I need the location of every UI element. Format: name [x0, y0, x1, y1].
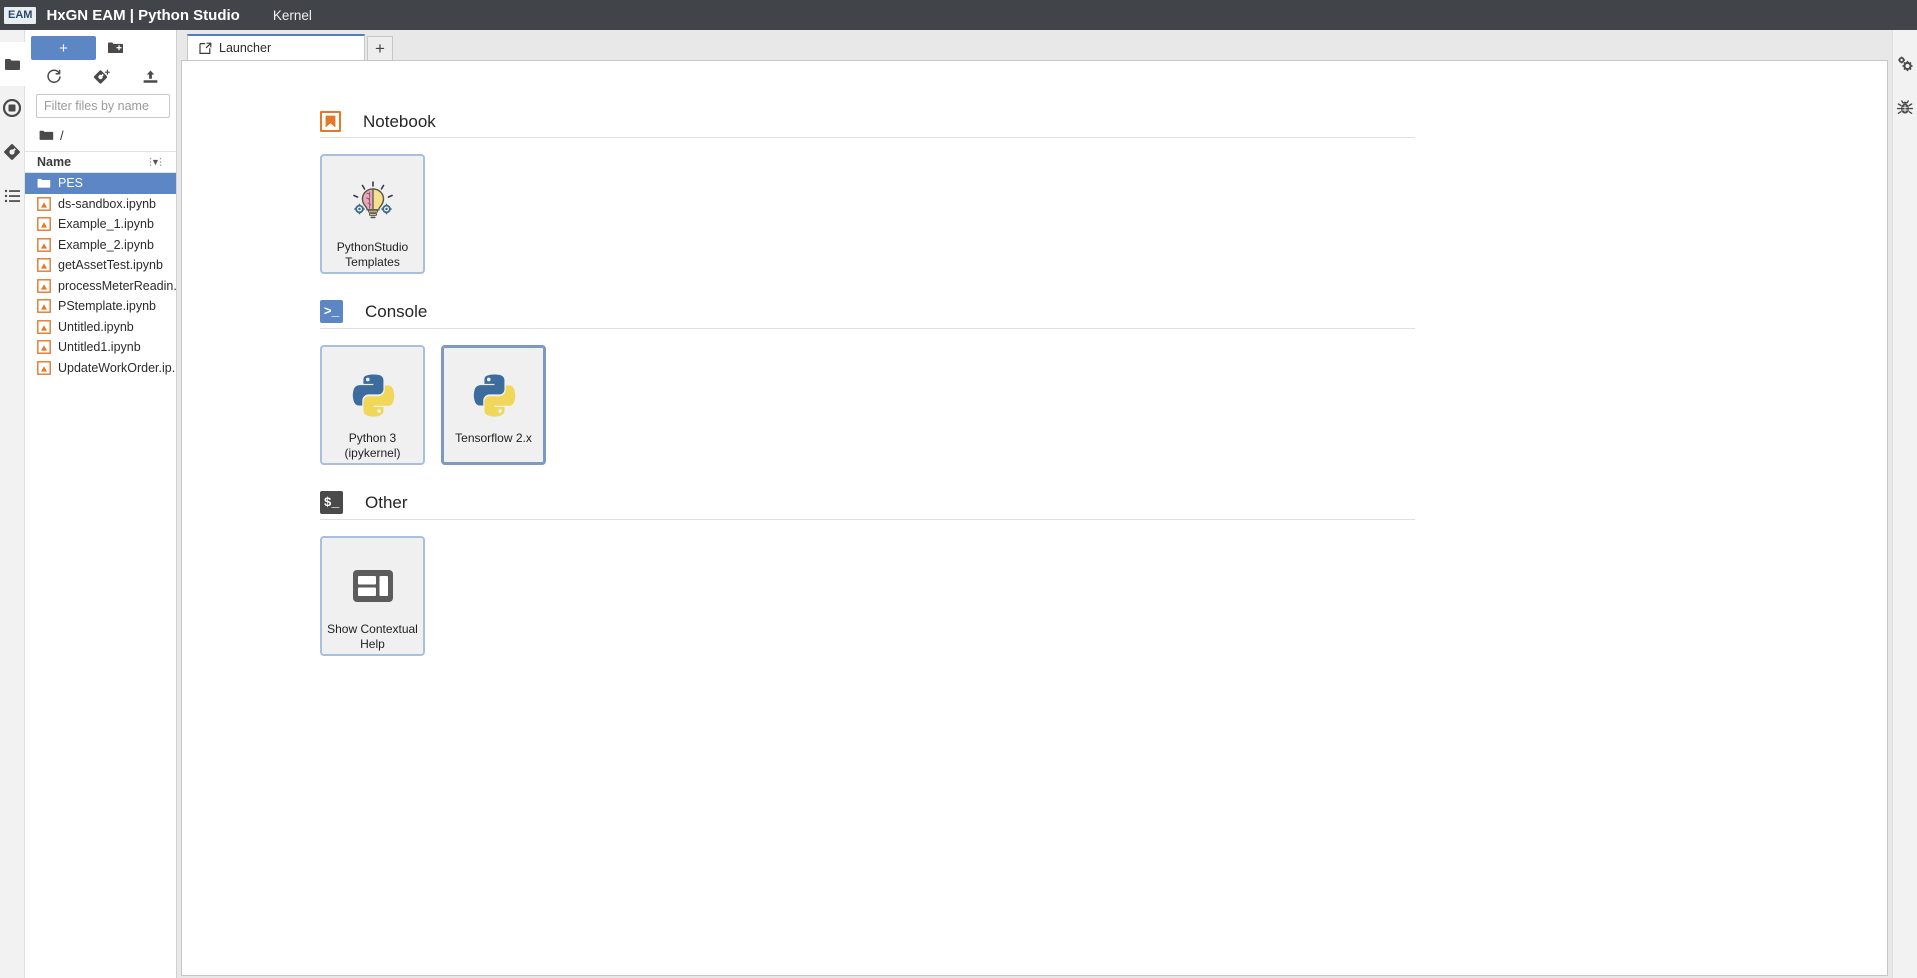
launcher-section-title: Notebook: [363, 111, 436, 131]
file-list-item-label: UpdateWorkOrder.ip...: [58, 360, 176, 375]
file-list-item-label: PStemplate.ipynb: [58, 299, 156, 314]
running-terminals-icon[interactable]: [0, 86, 25, 130]
launcher-card-row: PythonStudio Templates: [320, 154, 1887, 274]
new-launcher-button[interactable]: +: [31, 36, 96, 60]
file-list-item-label: Example_2.ipynb: [58, 237, 154, 252]
section-divider: [320, 328, 1415, 329]
launcher-card[interactable]: Python 3 (ipykernel): [320, 345, 425, 465]
git-icon[interactable]: [0, 130, 25, 174]
brain-bulb-icon: [348, 178, 398, 230]
launcher-section-title: Other: [365, 492, 408, 512]
file-browser-icon[interactable]: [0, 42, 25, 86]
upload-icon[interactable]: [139, 66, 161, 88]
launcher-card-label: Tensorflow 2.x: [455, 431, 532, 445]
file-list-item[interactable]: PStemplate.ipynb: [25, 296, 176, 317]
file-list-item[interactable]: UpdateWorkOrder.ip...: [25, 358, 176, 379]
file-list-item[interactable]: Untitled.ipynb: [25, 317, 176, 338]
file-list-item[interactable]: Example_1.ipynb: [25, 214, 176, 235]
file-browser-toolbar-secondary: [25, 62, 176, 94]
property-inspector-icon[interactable]: [1893, 42, 1917, 86]
folder-file-icon: [37, 176, 51, 190]
launcher-card-row: Python 3 (ipykernel) Tensorflow 2.x: [320, 345, 1887, 465]
table-of-contents-icon[interactable]: [0, 174, 25, 218]
debugger-icon[interactable]: [1893, 86, 1917, 130]
launcher-section-other: $_ Other Show Contextual Help: [320, 491, 1887, 656]
tab-bar: Launcher +: [181, 34, 1888, 60]
launcher-card-label: PythonStudio Templates: [336, 240, 409, 269]
contextual-help-icon: [351, 560, 395, 612]
launcher-content: Notebook PythonStudio Templates >_ Console P…: [182, 61, 1887, 656]
folder-icon: [39, 129, 54, 142]
breadcrumb-path: /: [60, 128, 64, 143]
app-title: HxGN EAM | Python Studio: [46, 6, 240, 24]
file-list-item[interactable]: getAssetTest.ipynb: [25, 255, 176, 276]
menu-item-kernel[interactable]: Kernel: [262, 3, 333, 28]
search-input[interactable]: [36, 94, 170, 118]
python-icon: [470, 369, 518, 421]
launcher-card[interactable]: PythonStudio Templates: [320, 154, 425, 274]
launcher-card[interactable]: Tensorflow 2.x: [441, 345, 546, 465]
file-list-item-label: ds-sandbox.ipynb: [58, 196, 156, 211]
app-shell: + / Name ▼: [0, 30, 1917, 978]
file-browser-toolbar-primary: +: [25, 30, 176, 62]
launcher-section-header: Notebook: [320, 111, 1887, 132]
file-list-item-label: Example_1.ipynb: [58, 217, 154, 232]
launcher-section-header: >_ Console: [320, 300, 1887, 323]
notebook-icon: [320, 111, 341, 132]
file-list-item-label: PES: [58, 176, 84, 191]
python-icon: [349, 369, 397, 421]
launcher-section-title: Console: [365, 301, 428, 321]
file-browser-panel: + / Name ▼: [25, 30, 177, 978]
file-list-item[interactable]: processMeterReadin...: [25, 276, 176, 297]
launcher-card-row: Show Contextual Help: [320, 536, 1887, 656]
column-header-name[interactable]: Name ▼ ⋮⋮: [25, 151, 176, 173]
notebook-file-icon: [37, 258, 51, 273]
file-list-item[interactable]: PES: [25, 173, 176, 194]
file-list-item[interactable]: Untitled1.ipynb: [25, 337, 176, 358]
launcher-card-label: Python 3 (ipykernel): [344, 431, 401, 460]
breadcrumb[interactable]: /: [25, 124, 176, 151]
console-icon: >_: [320, 300, 343, 323]
file-list-item[interactable]: Example_2.ipynb: [25, 235, 176, 256]
menu-bar: EAM HxGN EAM | Python Studio FileEditVie…: [0, 0, 1917, 123]
section-divider: [320, 137, 1415, 138]
launcher-section-header: $_ Other: [320, 491, 1887, 514]
file-list-item-label: getAssetTest.ipynb: [58, 258, 163, 273]
section-divider: [320, 519, 1415, 520]
left-activity-bar: [0, 30, 25, 978]
app-logo-badge: EAM: [4, 6, 37, 24]
launcher-section-console: >_ Console Python 3 (ipykernel) Tensorflow …: [320, 300, 1887, 465]
launcher-card-label: Show Contextual Help: [327, 622, 418, 651]
launcher-panel: Notebook PythonStudio Templates >_ Console P…: [181, 60, 1888, 976]
new-folder-icon[interactable]: [104, 37, 126, 59]
file-list: PES ds-sandbox.ipynb Example_1.ipynb Exampl…: [25, 173, 176, 978]
notebook-file-icon: [37, 196, 51, 211]
refresh-icon[interactable]: [43, 66, 65, 88]
tab-label: Launcher: [219, 41, 272, 55]
launcher-section-notebook: Notebook PythonStudio Templates: [320, 111, 1887, 274]
notebook-file-icon: [37, 340, 51, 355]
tab-launcher[interactable]: Launcher: [187, 34, 365, 60]
new-tab-button[interactable]: +: [367, 36, 393, 60]
column-resize-handle[interactable]: ⋮⋮: [146, 157, 166, 168]
file-list-item[interactable]: ds-sandbox.ipynb: [25, 194, 176, 215]
launcher-icon: [199, 42, 212, 55]
notebook-file-icon: [37, 217, 51, 232]
launcher-card[interactable]: Show Contextual Help: [320, 536, 425, 656]
notebook-file-icon: [37, 319, 51, 334]
notebook-file-icon: [37, 237, 51, 252]
file-filter-container: [25, 94, 176, 124]
right-activity-bar: [1892, 30, 1917, 978]
file-list-item-label: Untitled.ipynb: [58, 319, 134, 334]
notebook-file-icon: [37, 299, 51, 314]
notebook-file-icon: [37, 278, 51, 293]
new-checkpoint-icon[interactable]: [91, 66, 113, 88]
column-header-label: Name: [37, 155, 72, 169]
file-list-item-label: Untitled1.ipynb: [58, 340, 141, 355]
file-list-item-label: processMeterReadin...: [58, 278, 176, 293]
notebook-file-icon: [37, 360, 51, 375]
main-dock-area: Launcher + Notebook PythonStudio Template…: [177, 30, 1892, 978]
terminal-icon: $_: [320, 491, 343, 514]
